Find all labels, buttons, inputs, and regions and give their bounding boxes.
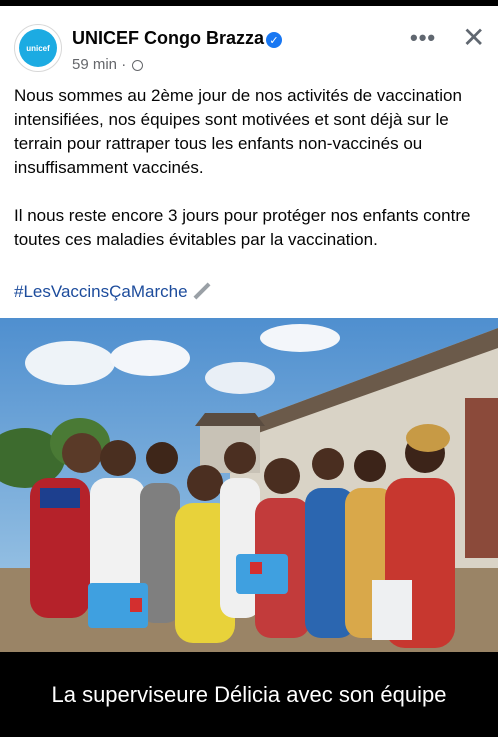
hashtag-link-row: #LesVaccinsÇaMarche [14, 282, 212, 302]
syringe-icon [193, 282, 211, 300]
post-body: Nous sommes au 2ème jour de nos activité… [14, 84, 484, 252]
unicef-logo-icon: unicef [19, 29, 57, 67]
meta-separator: · [121, 56, 127, 73]
team-photo-illustration [0, 318, 498, 652]
verified-badge-icon: ✓ [266, 32, 282, 48]
hashtag-link[interactable]: #LesVaccinsÇaMarche [14, 282, 188, 301]
more-options-icon[interactable]: ••• [410, 27, 436, 49]
page-avatar[interactable]: unicef [14, 24, 62, 72]
globe-icon [132, 60, 144, 71]
post-photo[interactable] [0, 318, 498, 652]
page-name-link[interactable]: UNICEF Congo Brazza [72, 28, 264, 49]
close-icon[interactable]: ✕ [462, 24, 485, 52]
photo-caption: La superviseure Délicia avec son équipe [51, 682, 447, 707]
post-timestamp[interactable]: 59 min [72, 56, 117, 73]
post-paragraph-2: Il nous reste encore 3 jours pour protég… [14, 206, 471, 249]
caption-bar: La superviseure Délicia avec son équipe [0, 652, 498, 737]
post-meta: 59 min · [72, 56, 144, 73]
post-header: unicef UNICEF Congo Brazza ✓ 59 min · ••… [0, 6, 498, 76]
post-paragraph-1: Nous sommes au 2ème jour de nos activité… [14, 86, 462, 177]
